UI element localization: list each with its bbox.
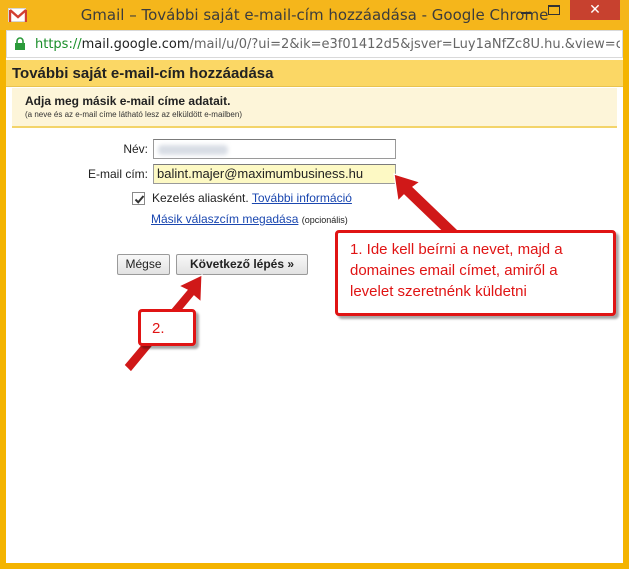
close-button[interactable]: ✕: [570, 0, 620, 20]
callout-1: 1. Ide kell beírni a nevet, majd a domai…: [335, 230, 616, 316]
url-scheme: https://: [35, 37, 82, 52]
address-bar[interactable]: https://mail.google.com/mail/u/0/?ui=2&i…: [6, 30, 623, 58]
callout-2: 2.: [138, 309, 196, 346]
dialog-page: További saját e-mail-cím hozzáadása Adja…: [6, 58, 623, 563]
maximize-button[interactable]: [540, 0, 568, 20]
close-icon: ✕: [589, 1, 601, 17]
url-path: /mail/u/0/?ui=2&ik=e3f01412d5&jsver=Luy1…: [189, 37, 620, 52]
minimize-icon: [521, 12, 531, 14]
lock-icon: [13, 37, 27, 51]
url-host: mail.google.com: [81, 37, 190, 52]
maximize-icon: [548, 5, 560, 15]
minimize-button[interactable]: [512, 0, 540, 20]
url-text[interactable]: https://mail.google.com/mail/u/0/?ui=2&i…: [35, 37, 620, 52]
window-titlebar: Gmail – További saját e-mail-cím hozzáad…: [0, 0, 629, 30]
